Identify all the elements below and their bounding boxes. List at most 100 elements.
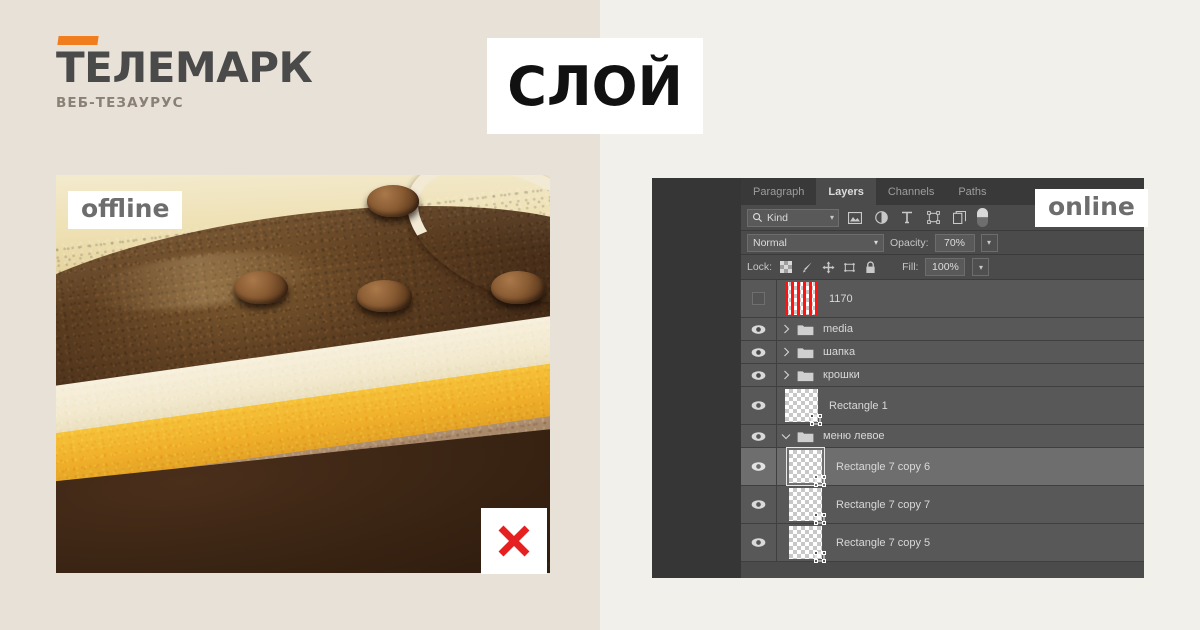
tab-paths[interactable]: Paths [946, 178, 999, 205]
chevron-down-icon[interactable]: ▾ [830, 213, 834, 222]
table-row[interactable]: Rectangle 7 copy 7 [741, 486, 1144, 525]
layer-thumbnail-cell [777, 488, 826, 525]
lock-image-pixels-icon[interactable] [800, 260, 814, 274]
tab-paragraph[interactable]: Paragraph [741, 178, 817, 205]
table-row[interactable]: media [741, 318, 1144, 341]
red-cross-icon [498, 525, 530, 557]
layer-thumbnail [789, 526, 826, 563]
smart-object-filter-icon[interactable] [949, 209, 969, 227]
layer-visibility-toggle[interactable] [741, 448, 777, 485]
filter-kind-dropdown[interactable]: Kind ▾ [747, 208, 839, 227]
layer-name[interactable]: Rectangle 7 copy 5 [836, 537, 930, 549]
opacity-stepper-chevron-down-icon[interactable]: ▾ [980, 233, 998, 252]
opacity-input[interactable]: 70% [934, 233, 975, 252]
eye-visible-icon [751, 538, 766, 547]
table-row[interactable]: меню левое [741, 425, 1144, 448]
filter-kind-label: Kind [767, 211, 789, 224]
tab-channels[interactable]: Channels [875, 178, 947, 205]
layer-visibility-toggle[interactable] [741, 341, 777, 363]
hazelnut-decoration [233, 270, 289, 305]
layer-thumbnail [785, 389, 822, 426]
offline-example-image [56, 175, 550, 573]
folder-icon [797, 370, 814, 381]
vector-mask-badge-icon [814, 475, 826, 487]
filter-toggle-switch[interactable] [977, 208, 988, 227]
chevron-right-icon[interactable] [777, 324, 795, 334]
layer-visibility-toggle[interactable] [741, 280, 777, 317]
eye-visible-icon [751, 500, 766, 509]
table-row[interactable]: шапка [741, 341, 1144, 364]
layer-name[interactable]: 1170 [829, 293, 853, 305]
pixel-layer-filter-icon[interactable] [845, 209, 865, 227]
table-row[interactable]: Rectangle 7 copy 6 [741, 447, 1144, 487]
folder-icon [797, 347, 814, 358]
hazelnut-decoration [490, 270, 546, 305]
layer-thumbnail [785, 282, 818, 315]
layer-visibility-toggle[interactable] [741, 524, 777, 561]
brand-logo: ТЕЛЕМАРК ВЕБ-ТЕЗАУРУС [56, 36, 313, 111]
online-badge: online [1035, 189, 1148, 228]
lock-label: Lock: [747, 261, 773, 273]
opacity-label: Opacity: [890, 236, 929, 249]
brand-subtitle: ВЕБ-ТЕЗАУРУС [56, 94, 184, 111]
hazelnut-decoration [357, 280, 412, 313]
photoshop-workspace-gutter [652, 178, 741, 578]
chevron-right-icon[interactable] [777, 370, 795, 380]
layer-visibility-toggle[interactable] [741, 425, 777, 447]
table-row[interactable]: Rectangle 1 [741, 387, 1144, 426]
layer-name[interactable]: меню левое [823, 430, 885, 442]
layer-name[interactable]: Rectangle 1 [829, 400, 888, 412]
table-row[interactable]: крошки [741, 364, 1144, 387]
blend-mode-row: Normal ▾ Opacity: 70% ▾ [741, 231, 1144, 255]
lock-all-icon[interactable] [863, 260, 877, 274]
eye-visible-icon [751, 324, 766, 334]
folder-icon [797, 324, 814, 335]
type-layer-filter-icon[interactable] [897, 209, 917, 227]
lock-artboard-nesting-icon[interactable] [842, 260, 856, 274]
layer-visibility-toggle[interactable] [741, 364, 777, 386]
layer-thumbnail-cell [777, 389, 822, 426]
folder-open-icon [797, 431, 814, 442]
photoshop-layers-panel: Paragraph Layers Channels Paths Kind ▾ N… [741, 178, 1144, 578]
chevron-down-icon[interactable]: ▾ [874, 238, 878, 247]
fill-stepper-chevron-down-icon[interactable]: ▾ [972, 258, 990, 276]
table-row[interactable]: Rectangle 7 copy 5 [741, 524, 1144, 563]
lock-position-icon[interactable] [821, 260, 835, 274]
fill-input[interactable]: 100% [925, 258, 966, 276]
term-word-box: СЛОЙ [487, 38, 703, 134]
shape-layer-filter-icon[interactable] [923, 209, 943, 227]
chevron-right-icon[interactable] [777, 347, 795, 357]
eye-hidden-icon [752, 292, 765, 305]
layers-list: 1170 media шапка крошки Rectangle 1 меню… [741, 280, 1144, 563]
eye-visible-icon [751, 347, 766, 357]
layer-visibility-toggle[interactable] [741, 486, 777, 523]
layer-thumbnail [789, 488, 826, 525]
layer-name[interactable]: media [823, 323, 853, 335]
page-root: ТЕЛЕМАРК ВЕБ-ТЕЗАУРУС СЛОЙ offline onlin… [0, 0, 1200, 630]
layer-name[interactable]: шапка [823, 346, 855, 358]
layer-name[interactable]: крошки [823, 369, 860, 381]
orange-accent-bar-icon [57, 36, 99, 45]
vector-mask-badge-icon [810, 414, 822, 426]
table-row[interactable]: 1170 [741, 280, 1144, 318]
adjustment-layer-filter-icon[interactable] [871, 209, 891, 227]
brand-title: ТЕЛЕМАРК [56, 43, 313, 92]
eye-visible-icon [751, 401, 766, 410]
offline-badge: offline [68, 191, 183, 230]
vector-mask-badge-icon [814, 513, 826, 525]
blend-mode-dropdown[interactable]: Normal ▾ [747, 233, 884, 252]
lock-row: Lock: Fill: 100% ▾ [741, 255, 1144, 280]
offline-verdict-box [481, 508, 547, 574]
layer-visibility-toggle[interactable] [741, 318, 777, 340]
tab-layers[interactable]: Layers [816, 178, 876, 205]
layer-name[interactable]: Rectangle 7 copy 7 [836, 499, 930, 511]
layer-thumbnail-cell [777, 526, 826, 563]
blend-mode-value: Normal [753, 236, 787, 249]
layer-thumbnail [786, 447, 826, 487]
lock-transparent-pixels-icon[interactable] [779, 260, 793, 274]
layer-visibility-toggle[interactable] [741, 387, 777, 424]
hazelnut-decoration [367, 184, 420, 217]
eye-visible-icon [751, 462, 766, 471]
layer-name[interactable]: Rectangle 7 copy 6 [836, 461, 930, 473]
chevron-down-icon[interactable] [777, 433, 795, 440]
